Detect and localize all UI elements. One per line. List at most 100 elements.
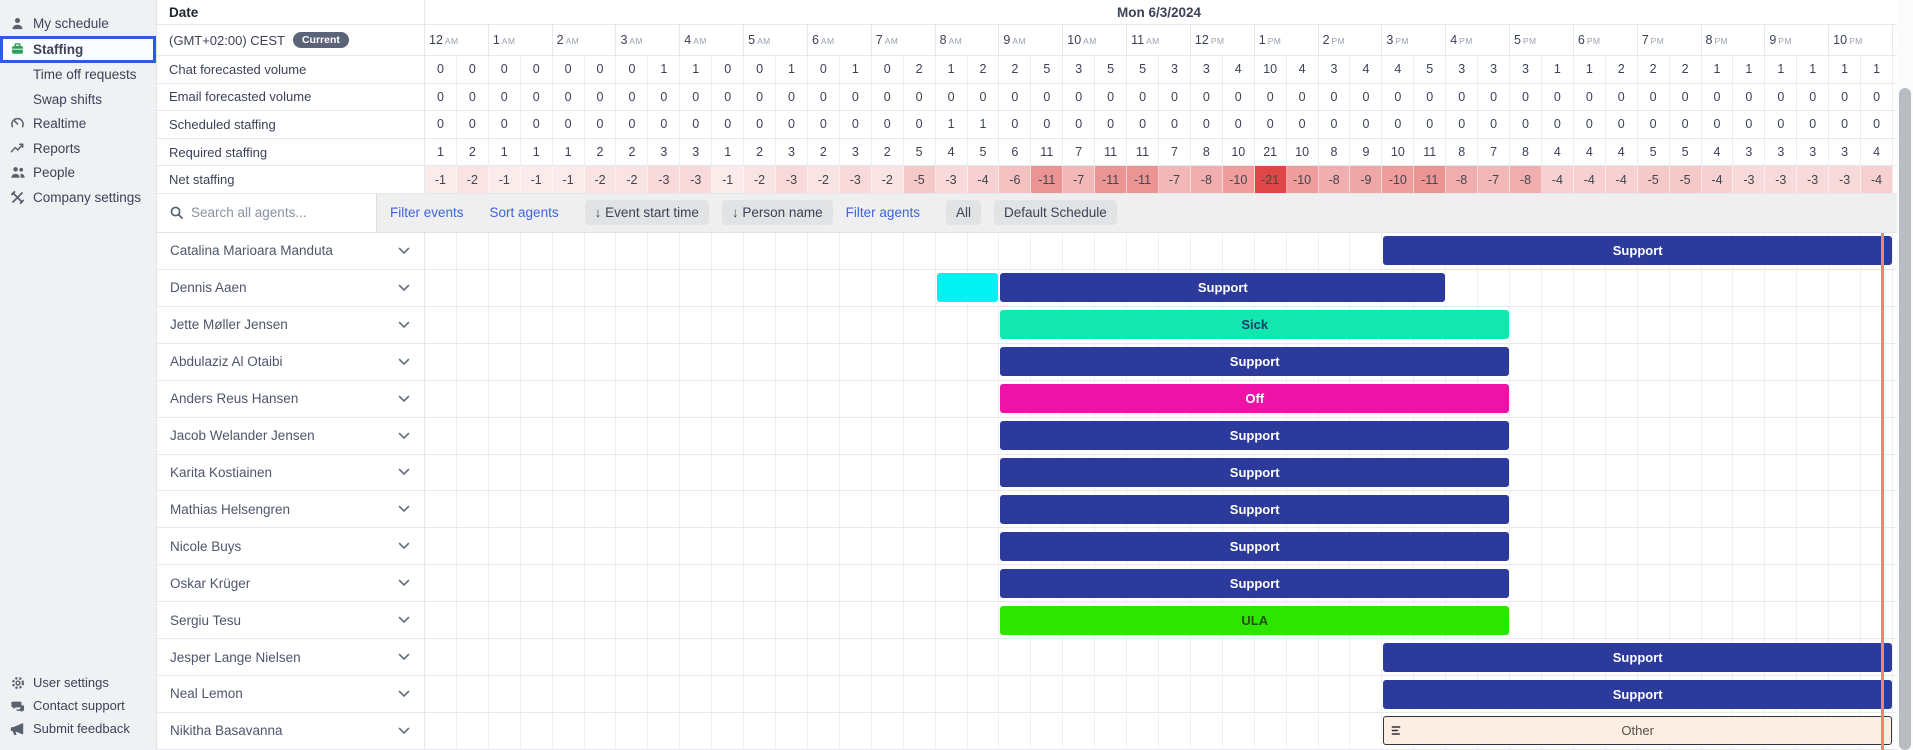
filter-filter-agents[interactable]: Filter agents (846, 205, 920, 220)
shift-bar-support[interactable]: Support (1000, 495, 1509, 524)
shift-bar-support[interactable]: Support (1000, 569, 1509, 598)
shift-bar-support[interactable]: Support (1000, 347, 1509, 376)
filter-event-start-time[interactable]: ↓ Event start time (585, 200, 709, 225)
shift-bar-support[interactable]: Support (1383, 680, 1892, 709)
value-cell: -11 (1414, 166, 1446, 193)
timeline-cell (936, 713, 968, 749)
sidebar-item-realtime[interactable]: Realtime (0, 112, 156, 137)
sidebar-item-staffing[interactable]: Staffing (0, 36, 156, 63)
chevron-down-icon[interactable] (398, 395, 410, 403)
chevron-down-icon[interactable] (398, 727, 410, 735)
timeline-cell (521, 455, 553, 491)
filter-sort-agents[interactable]: Sort agents (490, 205, 559, 220)
chevron-down-icon[interactable] (398, 284, 410, 292)
chevron-down-icon[interactable] (398, 542, 410, 550)
filter-default-schedule[interactable]: Default Schedule (994, 200, 1117, 225)
timeline-cell (1829, 270, 1861, 306)
sidebar-item-contact-support[interactable]: Contact support (0, 694, 156, 717)
timeline-cell (1702, 602, 1734, 638)
sidebar-item-people[interactable]: People (0, 161, 156, 186)
hour-label: 1 (493, 33, 500, 47)
agent-name-cell[interactable]: Abdulaziz Al Otaibi (157, 344, 425, 380)
sidebar-item-my-schedule[interactable]: My schedule (0, 11, 156, 36)
timeline-cell (1542, 565, 1574, 601)
agent-name-cell[interactable]: Jacob Welander Jensen (157, 418, 425, 454)
timeline-cell (521, 713, 553, 749)
agent-name-cell[interactable]: Nikitha Basavanna (157, 713, 425, 749)
timeline-cell (553, 270, 585, 306)
hour-label: 12 (429, 33, 443, 47)
agent-name: Jacob Welander Jensen (170, 428, 315, 443)
search-input[interactable] (191, 205, 361, 220)
agent-name-cell[interactable]: Dennis Aaen (157, 270, 425, 306)
timeline-cell (1095, 676, 1127, 712)
shift-bar-support[interactable]: Support (1383, 643, 1892, 672)
agent-row-anders-reus-hansen: Anders Reus Hansen Off (157, 381, 1897, 418)
filter-filter-events[interactable]: Filter events (390, 205, 464, 220)
chevron-down-icon[interactable] (398, 247, 410, 255)
sidebar-item-reports[interactable]: Reports (0, 136, 156, 161)
value-cell: 1 (936, 111, 968, 138)
value-cell: -2 (616, 166, 648, 193)
chevron-down-icon[interactable] (398, 321, 410, 329)
agent-name-cell[interactable]: Oskar Krüger (157, 565, 425, 601)
timeline-cell (840, 491, 872, 527)
shift-bar-event[interactable] (937, 273, 999, 302)
scrollbar-thumb[interactable] (1899, 88, 1911, 750)
timeline-cell (840, 455, 872, 491)
sidebar-item-submit-feedback[interactable]: Submit feedback (0, 717, 156, 740)
chevron-down-icon[interactable] (398, 432, 410, 440)
timeline-cell (680, 602, 712, 638)
agent-name-cell[interactable]: Catalina Marioara Manduta (157, 233, 425, 269)
agent-name-cell[interactable]: Anders Reus Hansen (157, 381, 425, 417)
chevron-down-icon[interactable] (398, 468, 410, 476)
sidebar-item-company-settings[interactable]: Company settings (0, 185, 156, 210)
sidebar-item-time-off-requests[interactable]: Time off requests (0, 63, 156, 88)
value-cell: -4 (1606, 166, 1638, 193)
timeline-cell (1797, 528, 1829, 564)
shift-bar-support[interactable]: Support (1000, 458, 1509, 487)
shift-bar-other[interactable]: Other (1383, 716, 1892, 745)
chevron-down-icon[interactable] (398, 690, 410, 698)
app-root: My scheduleStaffingTime off requestsSwap… (0, 0, 1913, 750)
hour-label: 4 (684, 33, 691, 47)
value-cell: -8 (1319, 166, 1351, 193)
timeline-cell (616, 381, 648, 417)
agent-name-cell[interactable]: Jesper Lange Nielsen (157, 639, 425, 675)
chevron-down-icon[interactable] (398, 358, 410, 366)
timeline-cell (1063, 233, 1095, 269)
sidebar-item-swap-shifts[interactable]: Swap shifts (0, 87, 156, 112)
filter-all[interactable]: All (946, 200, 981, 225)
agent-name-cell[interactable]: Jette Møller Jensen (157, 307, 425, 343)
timeline-cell (840, 344, 872, 380)
agent-name-cell[interactable]: Neal Lemon (157, 676, 425, 712)
timeline-cell (457, 307, 489, 343)
sidebar-item-user-settings[interactable]: User settings (0, 671, 156, 694)
value-cell: 1 (648, 56, 680, 83)
chevron-down-icon[interactable] (398, 579, 410, 587)
shift-bar-support[interactable]: Support (1000, 421, 1509, 450)
shift-bar-ula[interactable]: ULA (1000, 606, 1509, 635)
shift-bar-off[interactable]: Off (1000, 384, 1509, 413)
timeline-cell (712, 307, 744, 343)
meridiem-label: AM (1012, 36, 1026, 46)
filter-person-name[interactable]: ↓ Person name (722, 200, 833, 225)
value-cell: 0 (553, 56, 585, 83)
timeline-cell (1574, 270, 1606, 306)
agent-name-cell[interactable]: Nicole Buys (157, 528, 425, 564)
shift-bar-support[interactable]: Support (1000, 273, 1445, 302)
agent-row-nicole-buys: Nicole Buys Support (157, 528, 1897, 565)
agent-name-cell[interactable]: Karita Kostiainen (157, 455, 425, 491)
agent-name-cell[interactable]: Sergiu Tesu (157, 602, 425, 638)
timeline-cell (1478, 270, 1510, 306)
agent-name-cell[interactable]: Mathias Helsengren (157, 491, 425, 527)
timeline-cell (712, 676, 744, 712)
chevron-down-icon[interactable] (398, 505, 410, 513)
shift-bar-support[interactable]: Support (1000, 532, 1509, 561)
timeline-cell (489, 676, 521, 712)
chevron-down-icon[interactable] (398, 653, 410, 661)
agent-timeline: Support (425, 639, 1893, 675)
shift-bar-support[interactable]: Support (1383, 236, 1892, 265)
shift-bar-sick[interactable]: Sick (1000, 310, 1509, 339)
chevron-down-icon[interactable] (398, 616, 410, 624)
